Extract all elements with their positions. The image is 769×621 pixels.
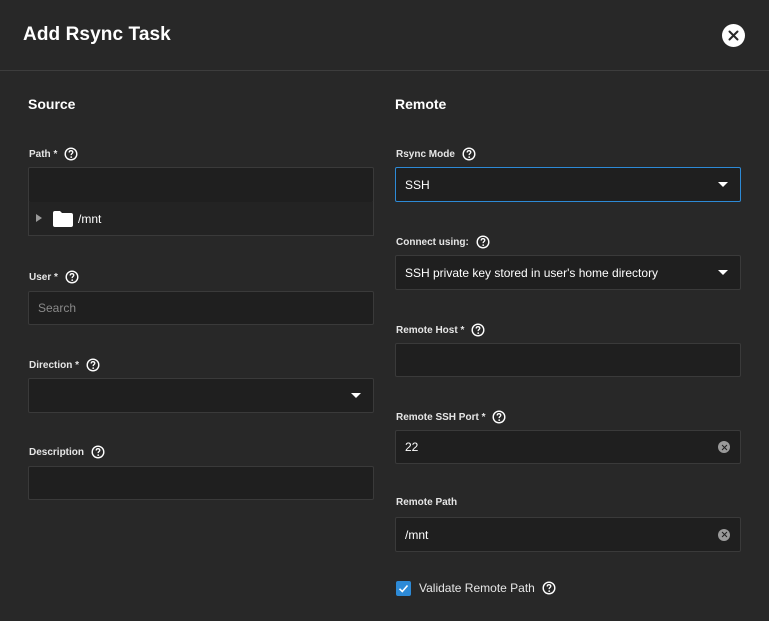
help-icon[interactable] [471, 323, 485, 337]
description-input[interactable] [28, 466, 374, 500]
validate-remote-path-label[interactable]: Validate Remote Path [419, 581, 556, 595]
description-label: Description [29, 445, 105, 459]
help-icon[interactable] [91, 445, 105, 459]
user-search-input[interactable]: Search [28, 291, 374, 325]
path-input[interactable] [28, 167, 374, 203]
remote-heading: Remote [395, 96, 447, 112]
remote-ssh-port-label-text: Remote SSH Port * [396, 411, 486, 423]
remote-ssh-port-value: 22 [405, 440, 419, 454]
rsync-mode-label-text: Rsync Mode [396, 148, 455, 160]
remote-path-label: Remote Path [396, 497, 457, 508]
direction-select[interactable] [28, 378, 374, 413]
user-search-placeholder: Search [38, 301, 77, 315]
direction-label: Direction * [29, 358, 100, 372]
help-icon[interactable] [492, 410, 506, 424]
remote-path-input[interactable]: /mnt [395, 517, 741, 552]
path-label-text: Path * [29, 148, 58, 160]
chevron-down-icon [718, 181, 728, 187]
connect-using-label: Connect using: [396, 235, 490, 249]
help-icon[interactable] [64, 147, 78, 161]
remote-host-input[interactable] [395, 343, 741, 377]
user-label-text: User * [29, 271, 58, 283]
connect-using-label-text: Connect using: [396, 236, 469, 248]
remote-path-label-text: Remote Path [396, 497, 458, 508]
connect-using-select[interactable]: SSH private key stored in user's home di… [395, 255, 741, 290]
connect-using-value: SSH private key stored in user's home di… [405, 265, 659, 280]
description-label-text: Description [29, 446, 85, 458]
tree-item-mnt[interactable]: /mnt [28, 202, 374, 236]
direction-label-text: Direction * [29, 359, 80, 371]
remote-host-label-text: Remote Host * [396, 324, 465, 336]
tree-item-label: /mnt [78, 212, 102, 226]
rsync-mode-select[interactable]: SSH [395, 167, 741, 202]
dialog-title: Add Rsync Task [23, 24, 171, 45]
dialog-header: Add Rsync Task [0, 0, 769, 71]
rsync-mode-value: SSH [405, 177, 430, 192]
checkmark-icon [398, 584, 409, 593]
help-icon[interactable] [476, 235, 490, 249]
chevron-down-icon [351, 392, 361, 398]
chevron-down-icon [718, 269, 728, 275]
clear-icon[interactable] [718, 528, 730, 541]
help-icon[interactable] [462, 147, 476, 161]
validate-remote-path-text: Validate Remote Path [419, 581, 535, 595]
folder-icon [53, 211, 73, 227]
clear-icon[interactable] [718, 441, 730, 453]
remote-ssh-port-input[interactable]: 22 [395, 430, 741, 464]
help-icon[interactable] [65, 270, 79, 284]
path-label: Path * [29, 147, 78, 161]
remote-host-label: Remote Host * [396, 323, 485, 337]
remote-path-value: /mnt [405, 527, 429, 542]
expand-arrow-icon[interactable] [36, 214, 42, 222]
validate-remote-path-checkbox[interactable] [396, 581, 411, 596]
help-icon[interactable] [542, 581, 556, 595]
help-icon[interactable] [86, 358, 100, 372]
remote-ssh-port-label: Remote SSH Port * [396, 410, 506, 424]
source-heading: Source [28, 96, 76, 112]
close-button[interactable] [722, 24, 745, 47]
user-label: User * [29, 270, 79, 284]
rsync-mode-label: Rsync Mode [396, 147, 476, 161]
close-icon [728, 30, 739, 41]
